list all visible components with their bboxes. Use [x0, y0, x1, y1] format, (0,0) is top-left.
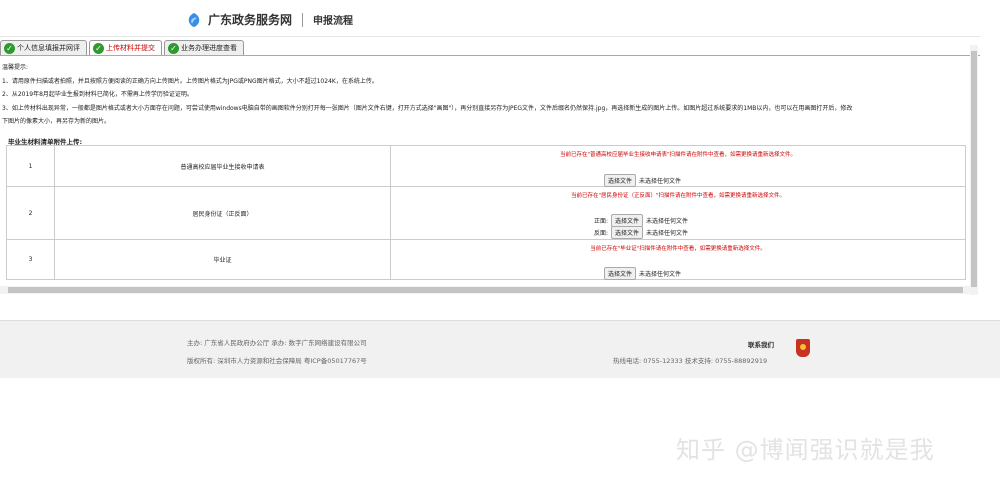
check-icon: ✓ [4, 42, 15, 54]
no-file-text: 未选择任何文件 [646, 230, 689, 237]
notice-line-3: 3、如上传材料出现异常，一般都是图片格式或者大小方面存在问题，可尝试使用wind… [2, 104, 853, 112]
file-input-back[interactable]: 反面: 选择文件 未选择任何文件 [594, 226, 688, 239]
existing-file-warning: 当前已存在"居民身份证（正反面）"扫描件请在附件中查看，如需更换请重新选择文件。 [570, 193, 786, 199]
check-icon: ✓ [168, 42, 179, 54]
choose-file-button[interactable]: 选择文件 [611, 226, 644, 239]
attachments-table: 1 普通高校应届毕业生接收申请表 当前已存在"普通高校应届毕业生接收申请表"扫描… [6, 145, 966, 280]
scrollbar-thumb[interactable] [8, 287, 963, 293]
footer-contact: 热线电话: 0755-12333 技术支持: 0755-88892919 [613, 357, 768, 365]
site-logo[interactable]: 广东政务服务网 申报流程 [186, 11, 353, 28]
choose-file-button[interactable]: 选择文件 [604, 267, 637, 280]
page-title: 申报流程 [313, 16, 354, 27]
vertical-scrollbar[interactable] [970, 45, 978, 295]
header-divider [302, 12, 304, 27]
back-label: 反面: [594, 230, 609, 237]
notice-line-2: 2、从2019年8月起毕业生报到材料已简化，不需再上传学历验证证明。 [2, 91, 193, 98]
tab-label: 业务办理进度查看 [181, 44, 237, 52]
tab-progress[interactable]: ✓ 业务办理进度查看 [164, 40, 244, 55]
existing-file-warning: 当前已存在"毕业证"扫描件请在附件中查看，如需更换请重新选择文件。 [590, 246, 766, 252]
site-name: 广东政务服务网 [208, 13, 293, 27]
site-header: 广东政务服务网 申报流程 [0, 0, 1000, 36]
row-number: 3 [6, 239, 55, 280]
notice-line-1: 1、请用原件扫描或者拍照，并且按照方便阅读的正确方向上传图片。上传图片格式为JP… [2, 77, 378, 85]
tab-personal-info[interactable]: ✓ 个人信息填报并网评 [0, 40, 87, 55]
material-name: 毕业证 [54, 239, 391, 280]
gov-logo-icon [188, 12, 200, 27]
no-file-text: 未选择任何文件 [639, 178, 682, 185]
footer-copyright: 版权所有: 深圳市人力资源和社会保障局 粤ICP备05017767号 [187, 357, 367, 365]
no-file-text: 未选择任何文件 [639, 271, 682, 278]
notice-line-4: 下图片的像素大小，再另存为新的图片。 [2, 118, 111, 125]
row-number: 1 [6, 145, 55, 187]
table-row: 2 居民身份证（正反面） 当前已存在"居民身份证（正反面）"扫描件请在附件中查看… [6, 186, 966, 240]
tab-divider [0, 55, 980, 56]
site-footer: 主办: 广东省人民政府办公厅 承办: 数字广东网络建设有限公司 版权所有: 深圳… [0, 320, 1000, 378]
party-emblem-icon [796, 339, 810, 357]
table-row: 1 普通高校应届毕业生接收申请表 当前已存在"普通高校应届毕业生接收申请表"扫描… [6, 145, 966, 187]
tab-label: 个人信息填报并网评 [17, 44, 80, 52]
no-file-text: 未选择任何文件 [646, 218, 689, 225]
watermark-text: 知乎 @博闻强识就是我 [676, 436, 935, 464]
table-row: 3 毕业证 当前已存在"毕业证"扫描件请在附件中查看，如需更换请重新选择文件。 … [6, 239, 966, 280]
main-content: ✓ 个人信息填报并网评 ✓ 上传材料并提交 ✓ 业务办理进度查看 温馨提示: 1… [0, 36, 980, 295]
horizontal-scrollbar[interactable] [0, 286, 970, 294]
tab-upload-materials[interactable]: ✓ 上传材料并提交 [89, 40, 162, 55]
material-name: 居民身份证（正反面） [54, 186, 391, 240]
row-number: 2 [6, 186, 55, 240]
scrollbar-thumb[interactable] [971, 51, 977, 287]
upload-cell: 当前已存在"毕业证"扫描件请在附件中查看，如需更换请重新选择文件。 选择文件 未… [390, 239, 966, 280]
choose-file-button[interactable]: 选择文件 [604, 174, 637, 187]
step-tabs: ✓ 个人信息填报并网评 ✓ 上传材料并提交 ✓ 业务办理进度查看 [0, 40, 246, 55]
footer-sponsor: 主办: 广东省人民政府办公厅 承办: 数字广东网络建设有限公司 [187, 339, 367, 347]
check-icon: ✓ [93, 42, 104, 54]
file-input[interactable]: 选择文件 未选择任何文件 [604, 174, 681, 187]
notice-box: 温馨提示: 1、请用原件扫描或者拍照，并且按照方便阅读的正确方向上传图片。上传图… [2, 61, 972, 129]
upload-cell: 当前已存在"居民身份证（正反面）"扫描件请在附件中查看，如需更换请重新选择文件。… [390, 186, 966, 240]
file-input[interactable]: 选择文件 未选择任何文件 [604, 267, 681, 280]
upload-cell: 当前已存在"普通高校应届毕业生接收申请表"扫描件请在附件中查看，如需更换请重新选… [390, 145, 966, 187]
front-label: 正面: [594, 218, 609, 225]
existing-file-warning: 当前已存在"普通高校应届毕业生接收申请表"扫描件请在附件中查看，如需更换请重新选… [559, 152, 797, 158]
contact-us-link[interactable]: 联系我们 [748, 339, 774, 349]
tab-label: 上传材料并提交 [106, 44, 155, 52]
notice-title: 温馨提示: [2, 64, 29, 71]
material-name: 普通高校应届毕业生接收申请表 [54, 145, 391, 187]
